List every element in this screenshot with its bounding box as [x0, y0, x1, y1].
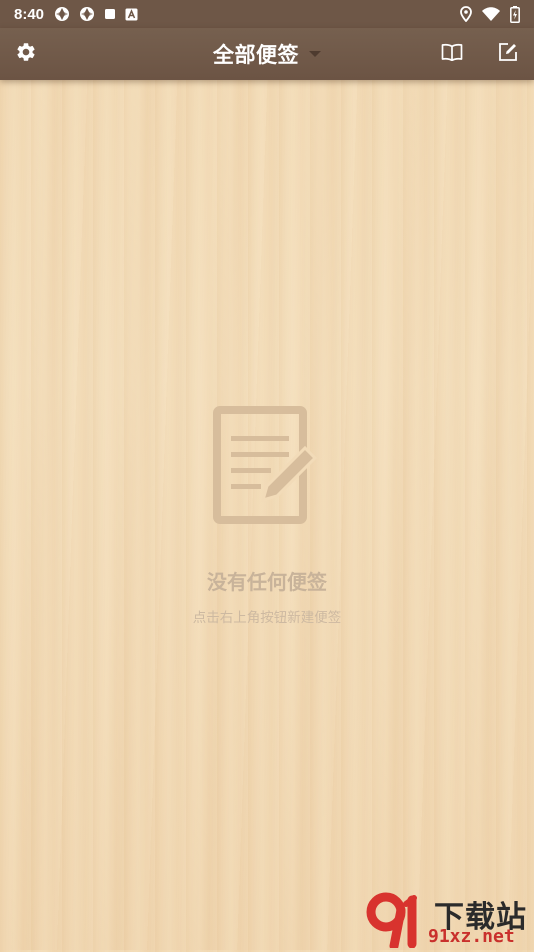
status-bar: 8:40 [0, 0, 534, 28]
empty-state-subtitle: 点击右上角按钮新建便签 [192, 610, 342, 626]
status-time: 8:40 [14, 5, 45, 23]
battery-charging-icon [510, 5, 520, 23]
91-logo [364, 890, 432, 952]
watermark: 下载站 91xz.net [364, 890, 532, 951]
aperture-icon [79, 6, 95, 22]
chevron-down-icon [309, 51, 321, 57]
app-bar: 全部便签 [0, 28, 534, 80]
page-title: 全部便签 [213, 43, 299, 67]
category-dropdown[interactable]: 全部便签 [213, 39, 321, 69]
note-pencil-icon [213, 406, 321, 528]
location-pin-icon [460, 6, 472, 23]
gear-icon [15, 41, 37, 67]
square-icon [104, 8, 116, 20]
wifi-icon [482, 7, 500, 21]
a-box-icon [125, 8, 138, 21]
empty-state-title: 没有任何便签 [207, 570, 327, 594]
empty-state: 没有任何便签 点击右上角按钮新建便签 [0, 406, 534, 626]
watermark-url: 91xz.net [428, 926, 515, 947]
edit-note-icon [498, 42, 518, 66]
notebook-button[interactable] [426, 28, 478, 80]
aperture-icon [54, 6, 70, 22]
new-note-button[interactable] [482, 28, 534, 80]
settings-button[interactable] [0, 28, 52, 80]
book-icon [441, 43, 463, 65]
